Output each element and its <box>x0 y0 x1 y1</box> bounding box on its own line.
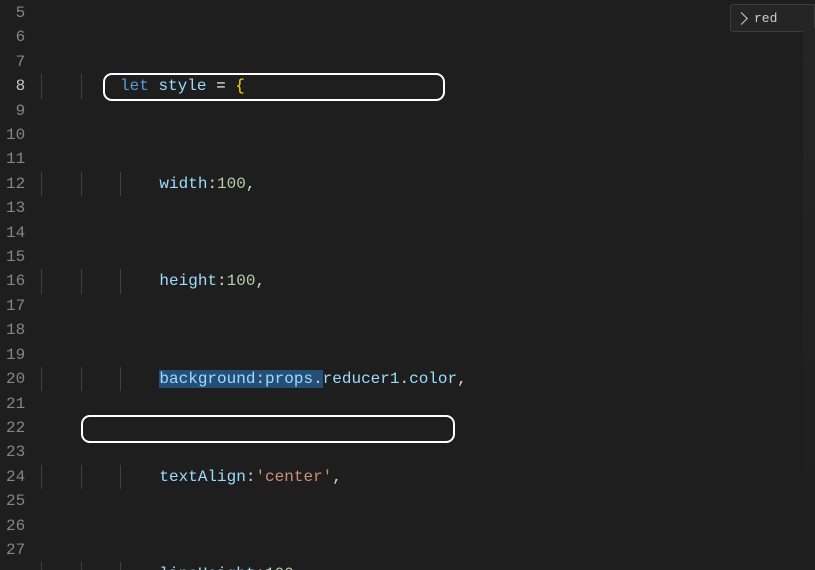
line-number: 19 <box>6 343 25 367</box>
line-number: 17 <box>6 294 25 318</box>
line-number: 14 <box>6 221 25 245</box>
line-number: 21 <box>6 392 25 416</box>
line-number: 12 <box>6 172 25 196</box>
prop-width: width <box>159 175 207 193</box>
line-number: 15 <box>6 245 25 269</box>
line-number: 16 <box>6 269 25 293</box>
minimap[interactable] <box>803 28 815 570</box>
line-number: 8 <box>6 74 25 98</box>
line-number: 18 <box>6 318 25 342</box>
line-number: 20 <box>6 367 25 391</box>
line-number: 5 <box>6 1 25 25</box>
line-number: 6 <box>6 25 25 49</box>
var-style: style <box>158 77 206 95</box>
keyword-let: let <box>120 77 149 95</box>
line-number: 22 <box>6 416 25 440</box>
code-area[interactable]: let style = { width:100, height:100, bac… <box>37 0 815 570</box>
prop-lineheight: lineHeight <box>159 565 255 570</box>
prop-height: height <box>159 272 217 290</box>
line-number: 10 <box>6 123 25 147</box>
line-number: 7 <box>6 50 25 74</box>
prop-textalign: textAlign <box>159 468 245 486</box>
line-number: 25 <box>6 489 25 513</box>
line-number: 27 <box>6 538 25 562</box>
line-number: 24 <box>6 465 25 489</box>
line-number: 11 <box>6 147 25 171</box>
line-number-gutter: 5678910111213141516171819202122232425262… <box>0 0 37 570</box>
breadcrumb-label: red <box>754 11 777 26</box>
line-number: 26 <box>6 514 25 538</box>
line-number: 13 <box>6 196 25 220</box>
highlight-box-2 <box>81 415 455 443</box>
prop-background: background <box>159 370 255 388</box>
chevron-right-icon <box>735 12 748 25</box>
line-number: 23 <box>6 440 25 464</box>
line-number: 9 <box>6 99 25 123</box>
code-editor: 5678910111213141516171819202122232425262… <box>0 0 815 570</box>
